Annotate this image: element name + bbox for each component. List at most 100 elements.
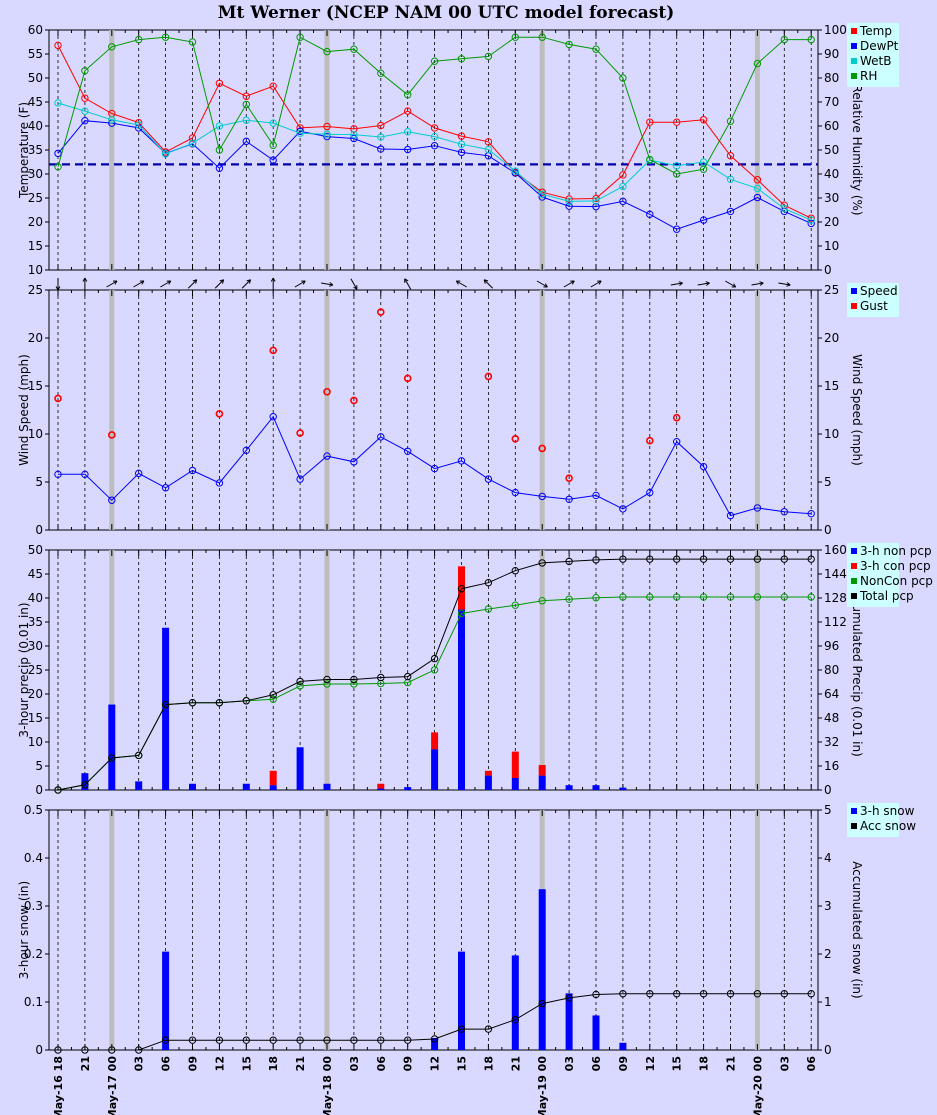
y2-tick-label: 100 xyxy=(824,23,847,37)
y2-tick-label: 160 xyxy=(824,543,847,557)
x-tick-label: 06 xyxy=(805,1056,818,1072)
legend-swatch xyxy=(851,303,857,309)
x-tick-label: 12 xyxy=(213,1056,226,1071)
meteogram: Mt Werner (NCEP NAM 00 UTC model forecas… xyxy=(17,3,933,1115)
y-tick-label: 0.4 xyxy=(24,851,43,865)
bar-3h-snow xyxy=(619,1042,627,1050)
bar-nonconv-precip xyxy=(108,704,116,790)
wind-arrow-head xyxy=(786,284,791,287)
wind-arrow xyxy=(590,280,602,288)
wind-arrow xyxy=(483,279,493,289)
wind-arrow-head xyxy=(759,281,764,284)
x-tick-label: 12 xyxy=(644,1056,657,1071)
legend-swatch xyxy=(851,823,857,829)
bar-conv-precip xyxy=(511,751,519,778)
legend-label: Acc snow xyxy=(860,819,916,833)
y2-tick-label: 5 xyxy=(824,475,832,489)
wind-arrow xyxy=(106,280,118,288)
y2-tick-label: 20 xyxy=(824,331,839,345)
bar-nonconv-precip xyxy=(296,747,304,790)
wind-arrow xyxy=(133,280,145,288)
x-tick-label: May-19 00 xyxy=(536,1056,549,1115)
x-tick-label: 15 xyxy=(671,1056,684,1071)
panel-frame xyxy=(48,289,819,531)
y-tick-label: 50 xyxy=(28,543,43,557)
y2-tick-label: 1 xyxy=(824,995,832,1009)
y2-tick-label: 0 xyxy=(824,783,832,797)
y2-axis-label: Relative Humidity (%) xyxy=(850,84,864,215)
wind-arrow xyxy=(778,282,791,287)
legend-label: Temp xyxy=(859,24,892,38)
legend-swatch xyxy=(851,548,857,554)
bar-nonconv-precip xyxy=(377,788,385,790)
x-tick-label: 09 xyxy=(187,1056,200,1071)
panels-layer: 1015202530354045505560Temperature (F)010… xyxy=(17,23,933,1057)
y2-tick-label: 50 xyxy=(824,143,839,157)
bar-conv-precip xyxy=(431,732,439,750)
y-tick-label: 0 xyxy=(35,783,43,797)
y-tick-label: 10 xyxy=(28,263,43,277)
y2-tick-label: 15 xyxy=(824,379,839,393)
y2-tick-label: 80 xyxy=(824,663,839,677)
x-tick-label: May-18 00 xyxy=(321,1056,334,1115)
wind-arrow xyxy=(563,280,575,288)
bar-nonconv-precip xyxy=(511,778,519,790)
x-tick-label: 21 xyxy=(294,1056,307,1071)
y2-tick-label: 2 xyxy=(824,947,832,961)
x-tick-label: May-16 18 xyxy=(52,1056,65,1115)
bar-3h-snow xyxy=(458,951,465,1050)
panel-snow: 00.10.20.30.40.53-hour snow (in)012345Ac… xyxy=(17,803,916,1057)
x-tick-label: 06 xyxy=(160,1056,173,1072)
y-tick-label: 5 xyxy=(35,475,43,489)
legend-label: 3-h con pcp xyxy=(860,559,931,573)
bar-nonconv-precip xyxy=(565,785,573,790)
bar-nonconv-precip xyxy=(592,785,600,790)
x-tick-label: 15 xyxy=(456,1056,469,1071)
x-tick-label: 09 xyxy=(617,1056,630,1071)
bar-3h-snow xyxy=(538,889,546,1050)
bar-nonconv-precip xyxy=(135,781,143,790)
y2-tick-label: 0 xyxy=(824,523,832,537)
legend-label: 3-h non pcp xyxy=(860,544,932,558)
legend-label: NonCon pcp xyxy=(860,574,933,588)
wind-arrow xyxy=(214,279,225,289)
legend-swatch xyxy=(851,58,857,64)
y2-tick-label: 25 xyxy=(824,283,839,297)
y-axis-label: Wind Speed (mph) xyxy=(17,354,31,466)
wind-arrow xyxy=(350,278,358,290)
wind-arrow xyxy=(55,278,61,291)
wind-arrow-head xyxy=(328,284,334,287)
y-tick-label: 25 xyxy=(28,283,43,297)
legend-label: Total pcp xyxy=(859,589,914,603)
x-tick-label: 03 xyxy=(348,1056,361,1071)
y-tick-label: 5 xyxy=(35,759,43,773)
wind-arrow xyxy=(294,280,306,288)
x-tick-label: 18 xyxy=(698,1056,711,1071)
y-tick-label: 55 xyxy=(28,47,43,61)
wind-arrow xyxy=(670,281,683,286)
bar-3h-snow xyxy=(431,1038,439,1050)
panel-temperature: 1015202530354045505560Temperature (F)010… xyxy=(17,23,899,277)
legend-label: 3-h snow xyxy=(860,804,915,818)
legend-swatch xyxy=(851,578,857,584)
y2-tick-label: 10 xyxy=(824,427,839,441)
y2-tick-label: 5 xyxy=(824,803,832,817)
bar-conv-precip xyxy=(484,770,492,776)
y-tick-label: 0.1 xyxy=(24,995,43,1009)
y2-tick-label: 80 xyxy=(824,71,839,85)
chart-title: Mt Werner (NCEP NAM 00 UTC model forecas… xyxy=(218,3,675,23)
y2-tick-label: 16 xyxy=(824,759,839,773)
bar-3h-snow xyxy=(592,1015,600,1050)
y2-tick-label: 70 xyxy=(824,95,839,109)
legend-swatch xyxy=(851,73,857,79)
y-tick-label: 0 xyxy=(35,523,43,537)
bar-conv-precip xyxy=(377,783,385,789)
wind-arrow-shaft xyxy=(187,279,198,289)
wind-arrow xyxy=(321,282,334,287)
bar-nonconv-precip xyxy=(323,783,331,790)
wind-arrow xyxy=(697,281,710,286)
wind-arrow xyxy=(404,278,412,290)
y2-tick-label: 0 xyxy=(824,263,832,277)
bar-nonconv-precip xyxy=(431,749,439,790)
y2-tick-label: 128 xyxy=(824,591,847,605)
